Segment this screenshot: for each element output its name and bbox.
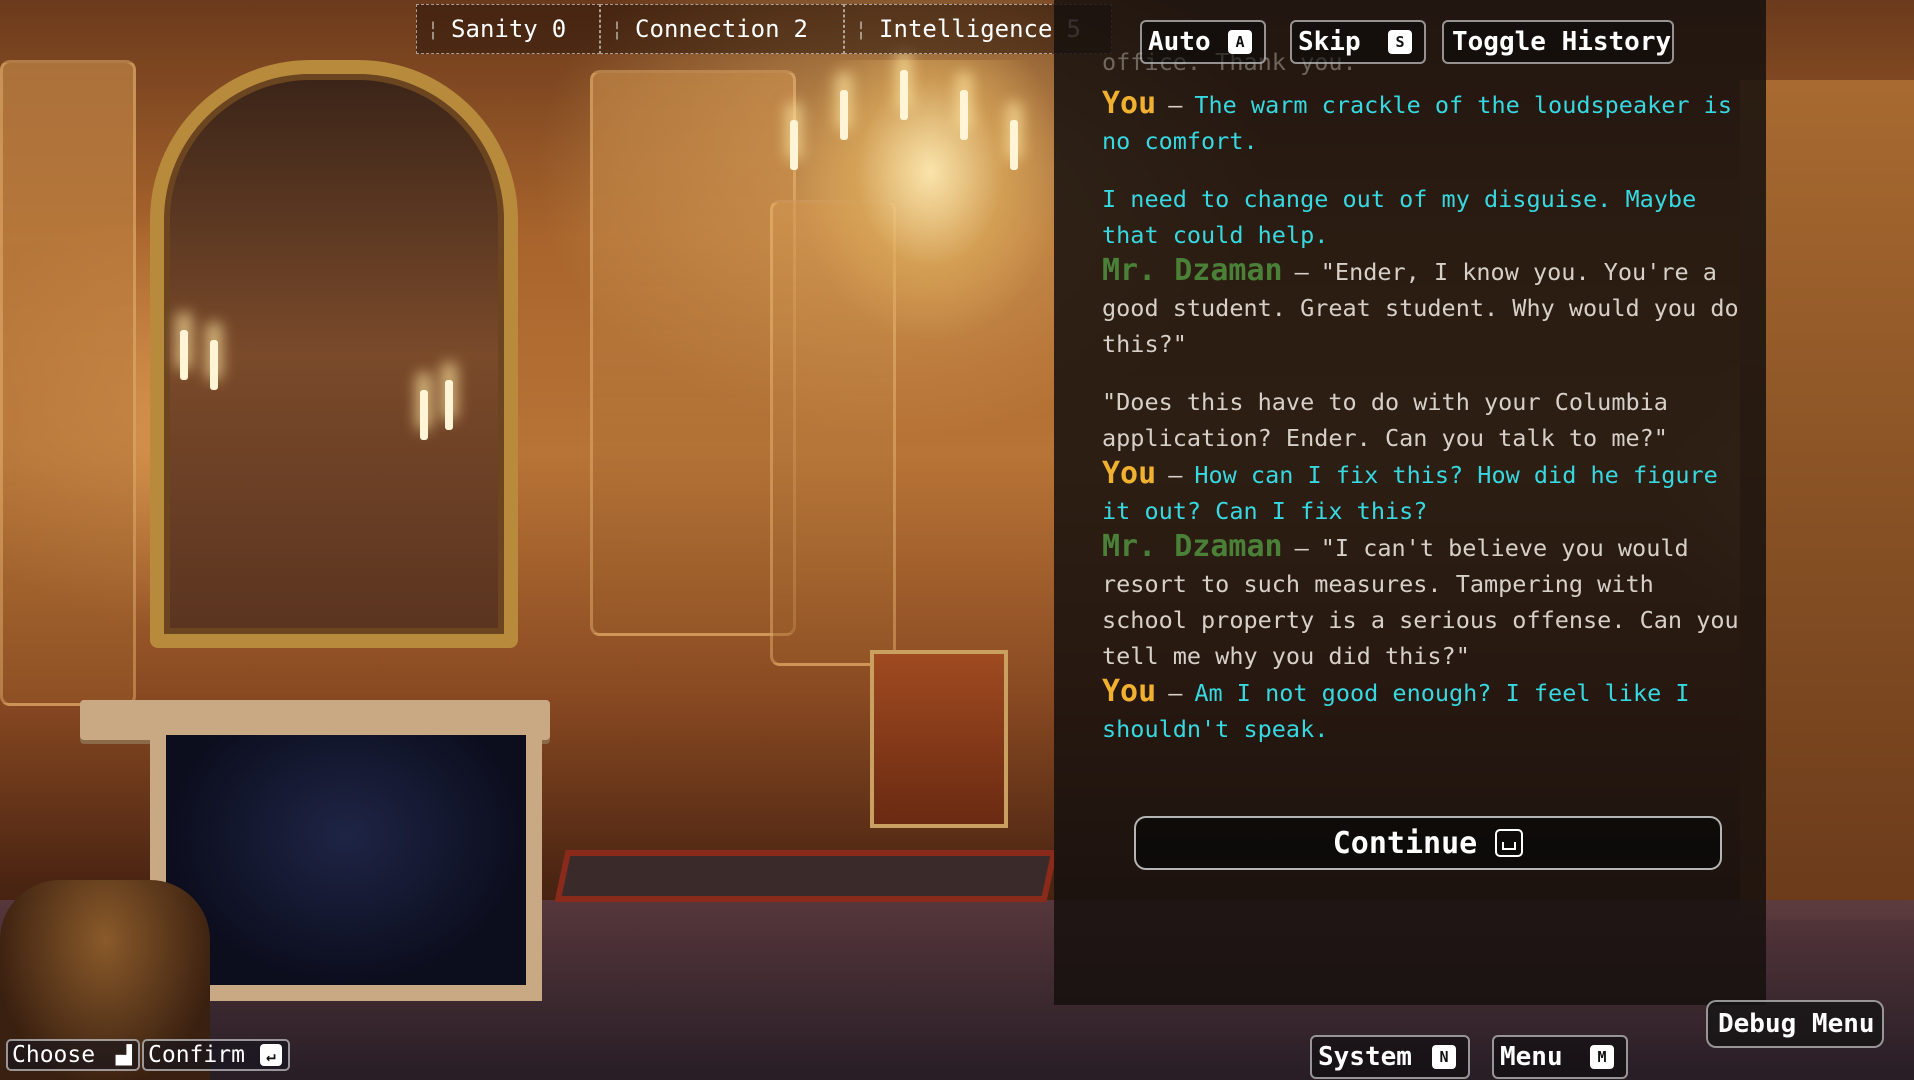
debug-menu-label: Debug Menu	[1718, 1009, 1875, 1039]
stat-bar-icon: ¦	[427, 17, 440, 41]
spacebar-icon	[1495, 829, 1524, 857]
system-button[interactable]: System N	[1310, 1035, 1470, 1079]
wall-panel	[590, 70, 796, 636]
dialogue-entry: You – How can I fix this? How did he figur…	[1102, 456, 1718, 525]
dialogue-entry: You – Am I not good enough? I feel like I …	[1102, 674, 1690, 743]
stat-connection: ¦ Connection 2	[600, 4, 844, 54]
choose-label: Choose	[12, 1042, 96, 1068]
stat-label: Sanity	[451, 15, 538, 43]
stat-label: Connection	[635, 15, 780, 43]
dpad-icon: ▗▟	[110, 1044, 132, 1066]
stat-value: 2	[793, 15, 808, 43]
candle	[900, 70, 908, 120]
stat-label: Intelligence	[879, 15, 1053, 43]
speaker-name: Mr. Dzaman	[1102, 529, 1283, 564]
stat-sanity: ¦ Sanity 0	[416, 4, 600, 54]
toggle-history-label: Toggle History	[1452, 27, 1672, 57]
menu-label: Menu	[1500, 1042, 1563, 1072]
dialogue-text: Am I not good enough? I feel like I shou…	[1102, 679, 1690, 743]
stat-bar-icon: ¦	[611, 17, 624, 41]
stat-value: 0	[551, 15, 567, 43]
cabinet	[870, 650, 1008, 828]
key-m-icon: M	[1590, 1045, 1614, 1069]
skip-button[interactable]: Skip S	[1290, 20, 1426, 64]
chandelier	[800, 60, 1060, 340]
dialogue-text: The warm crackle of the loudspeaker is n…	[1102, 91, 1732, 155]
key-n-icon: N	[1432, 1045, 1456, 1069]
dialogue-text: "Does this have to do with your Columbia…	[1102, 388, 1668, 452]
speaker-name: You	[1102, 86, 1157, 121]
fireplace-mantel	[80, 700, 550, 740]
candle	[180, 330, 188, 380]
menu-button[interactable]: Menu M	[1492, 1035, 1628, 1079]
candle	[960, 90, 968, 140]
toggle-history-button[interactable]: Toggle History	[1442, 20, 1674, 64]
skip-label: Skip	[1298, 27, 1361, 57]
dialogue-entry: You – The warm crackle of the loudspeaker …	[1102, 86, 1752, 253]
candle	[1010, 120, 1018, 170]
wall-panel	[0, 60, 136, 706]
wall-panel	[1740, 80, 1914, 920]
confirm-hint: Confirm ↵	[142, 1039, 290, 1071]
dialogue-log: office. Thank you. You–The warm crackle …	[1102, 0, 1752, 747]
dialogue-text: I need to change out of my disguise. May…	[1102, 185, 1697, 249]
system-label: System	[1318, 1042, 1412, 1072]
speaker-name: You	[1102, 456, 1157, 491]
speaker-name: Mr. Dzaman	[1102, 253, 1283, 288]
continue-label: Continue	[1332, 825, 1478, 861]
candle	[420, 390, 428, 440]
ornate-mirror	[150, 60, 518, 648]
enter-key-icon: ↵	[260, 1044, 282, 1066]
candle	[790, 120, 798, 170]
candle	[445, 380, 453, 430]
speaker-name: You	[1102, 674, 1157, 709]
candle	[840, 90, 848, 140]
confirm-label: Confirm	[148, 1042, 245, 1068]
dialogue-panel[interactable]: office. Thank you. You–The warm crackle …	[1054, 0, 1766, 1005]
stats-bar: ¦ Sanity 0 ¦ Connection 2 ¦ Intelligence…	[416, 4, 1112, 54]
candle	[210, 340, 218, 390]
dialogue-text: How can I fix this? How did he figure it…	[1102, 461, 1718, 525]
key-a-icon: A	[1228, 30, 1252, 54]
auto-label: Auto	[1148, 27, 1211, 57]
stat-bar-icon: ¦	[855, 17, 868, 41]
choose-hint: Choose ▗▟	[6, 1039, 140, 1071]
continue-button[interactable]: Continue	[1134, 816, 1722, 870]
desk	[554, 850, 1058, 902]
auto-button[interactable]: Auto A	[1140, 20, 1266, 64]
key-s-icon: S	[1388, 30, 1412, 54]
dialogue-entry: Mr. Dzaman – "I can't believe you would re…	[1102, 529, 1739, 670]
dialogue-entry: Mr. Dzaman – "Ender, I know you. You're a …	[1102, 253, 1752, 456]
debug-menu-button[interactable]: Debug Menu	[1706, 1000, 1884, 1048]
